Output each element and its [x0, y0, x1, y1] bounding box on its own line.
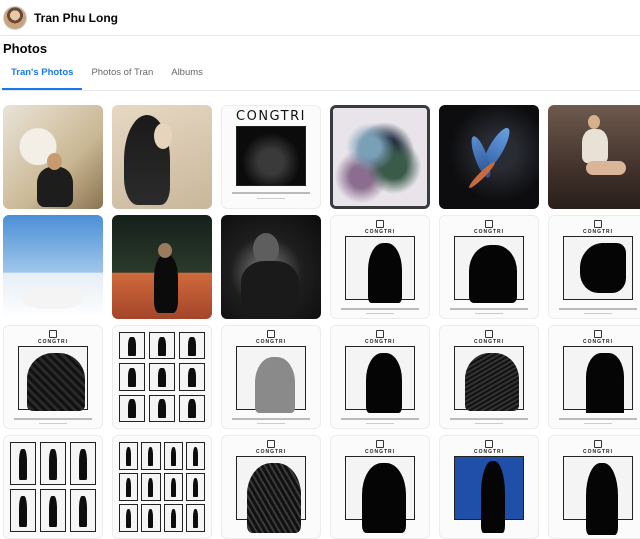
photo-tile[interactable] — [112, 215, 212, 319]
photo-tile[interactable]: CONGTRI — [221, 105, 321, 209]
tab-photos-of-tran[interactable]: Photos of Tran — [82, 58, 162, 90]
photo-grid: CONGTRI CONGTRI CONGTRI CONGTRI CONGTRI … — [3, 105, 640, 539]
photo-tile[interactable]: CONGTRI — [221, 435, 321, 539]
photo-tile[interactable]: CONGTRI — [221, 325, 321, 429]
photo-tile[interactable]: CONGTRI — [330, 435, 430, 539]
photo-tile[interactable]: CONGTRI — [548, 215, 640, 319]
photo-tile[interactable]: CONGTRI — [439, 325, 539, 429]
photo-tile[interactable]: CONGTRI — [330, 325, 430, 429]
profile-name[interactable]: Tran Phu Long — [34, 11, 118, 25]
profile-header: Tran Phu Long — [0, 0, 640, 36]
photo-tile[interactable] — [112, 325, 212, 429]
avatar[interactable] — [3, 5, 27, 30]
photo-tile[interactable]: CONGTRI — [439, 435, 539, 539]
photo-tile[interactable] — [439, 105, 539, 209]
photo-tile[interactable]: CONGTRI — [3, 325, 103, 429]
photo-tile[interactable]: CONGTRI — [439, 215, 539, 319]
photo-tile[interactable] — [3, 105, 103, 209]
photo-tabs: Tran's Photos Photos of Tran Albums — [2, 58, 640, 91]
photo-tile[interactable] — [112, 105, 212, 209]
section-title: Photos — [3, 41, 48, 56]
tab-trans-photos[interactable]: Tran's Photos — [2, 58, 83, 90]
photo-tile[interactable] — [221, 215, 321, 319]
photo-tile[interactable] — [548, 105, 640, 209]
congtri-banner-text: CONGTRI — [236, 109, 306, 124]
photo-tile-selected[interactable] — [330, 105, 430, 209]
photo-tile[interactable]: CONGTRI — [548, 325, 640, 429]
photo-tile[interactable]: CONGTRI — [548, 435, 640, 539]
photo-tile[interactable] — [3, 215, 103, 319]
photo-tile[interactable] — [3, 435, 103, 539]
photo-tile[interactable] — [112, 435, 212, 539]
photo-tile[interactable]: CONGTRI — [330, 215, 430, 319]
tab-albums[interactable]: Albums — [162, 58, 212, 90]
